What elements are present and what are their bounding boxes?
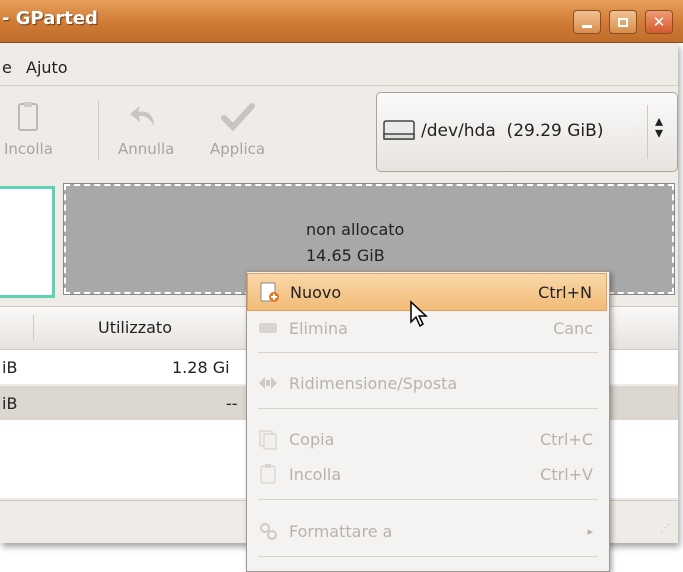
harddisk-icon xyxy=(383,120,415,140)
spinner-arrows-icon: ▴ ▾ xyxy=(655,111,664,142)
menu-item-aiuto[interactable]: Ajuto xyxy=(26,58,68,77)
menu-item-label: Formattare a xyxy=(289,521,393,541)
selector-divider xyxy=(647,105,648,159)
format-icon xyxy=(257,520,279,542)
title-bar[interactable]: - GParted ✕ xyxy=(0,0,683,43)
menu-item-paste[interactable]: Incolla Ctrl+V xyxy=(247,455,607,493)
maximize-button[interactable] xyxy=(609,10,637,34)
new-partition-icon xyxy=(258,281,280,303)
paste-button[interactable]: Incolla xyxy=(4,100,53,158)
close-button[interactable]: ✕ xyxy=(645,10,673,34)
apply-icon xyxy=(220,103,255,132)
menu-item-resize-move[interactable]: Ridimensione/Sposta xyxy=(247,364,607,402)
device-label: /dev/hda (29.29 GiB) xyxy=(421,121,604,141)
toolbar-separator xyxy=(98,100,99,160)
menu-item-accel: Ctrl+N xyxy=(538,282,592,302)
apply-button[interactable]: Applica xyxy=(210,100,265,158)
cell-size: iB xyxy=(2,394,18,413)
menu-item-delete[interactable]: Elimina Canc xyxy=(247,309,607,347)
menu-item-format[interactable]: Formattare a ▸ xyxy=(247,512,607,550)
menu-separator xyxy=(258,352,598,353)
menu-item-accel: Ctrl+C xyxy=(539,429,593,449)
minimize-button[interactable] xyxy=(573,10,601,34)
resize-move-icon xyxy=(257,372,279,394)
column-divider xyxy=(33,315,34,341)
resize-grip-icon[interactable]: ⋰ xyxy=(660,523,670,534)
apply-label: Applica xyxy=(210,140,266,158)
cell-used: 1.28 Gi xyxy=(172,358,230,377)
submenu-arrow-icon: ▸ xyxy=(587,524,593,538)
menu-separator xyxy=(258,499,598,500)
window-title: - GParted xyxy=(2,8,98,29)
maximize-icon xyxy=(618,17,628,27)
menu-item-copy[interactable]: Copia Ctrl+C xyxy=(247,420,607,458)
menu-bar xyxy=(0,44,678,84)
close-icon: ✕ xyxy=(652,12,666,31)
menu-separator xyxy=(258,408,598,409)
unallocated-label: non allocato xyxy=(306,220,405,239)
undo-button[interactable]: Annulla xyxy=(118,100,174,158)
undo-icon xyxy=(130,106,155,126)
menu-item-label: Incolla xyxy=(289,464,342,484)
minimize-icon xyxy=(582,24,592,28)
menu-item-label: Elimina xyxy=(289,318,348,338)
menu-item-accel: Ctrl+V xyxy=(540,464,593,484)
paste-icon xyxy=(18,102,39,131)
copy-icon xyxy=(257,428,279,450)
menu-item-partial[interactable]: e xyxy=(2,58,12,77)
cell-used: -- xyxy=(226,394,238,413)
menu-item-label: Ridimensione/Sposta xyxy=(289,373,458,393)
menu-item-label: Copia xyxy=(289,429,335,449)
column-header-used[interactable]: Utilizzato xyxy=(98,318,172,337)
paste-label: Incolla xyxy=(4,140,53,158)
menu-item-label: Nuovo xyxy=(290,282,342,302)
undo-label: Annulla xyxy=(118,140,175,158)
paste-icon xyxy=(257,463,279,485)
unallocated-size: 14.65 GiB xyxy=(306,246,385,265)
partition-block-used[interactable] xyxy=(0,186,55,298)
delete-partition-icon xyxy=(257,317,279,339)
cell-size: iB xyxy=(2,358,18,377)
menu-separator xyxy=(258,556,598,557)
device-selector[interactable]: /dev/hda (29.29 GiB) ▴ ▾ xyxy=(376,92,678,172)
menu-item-accel: Canc xyxy=(553,318,593,338)
